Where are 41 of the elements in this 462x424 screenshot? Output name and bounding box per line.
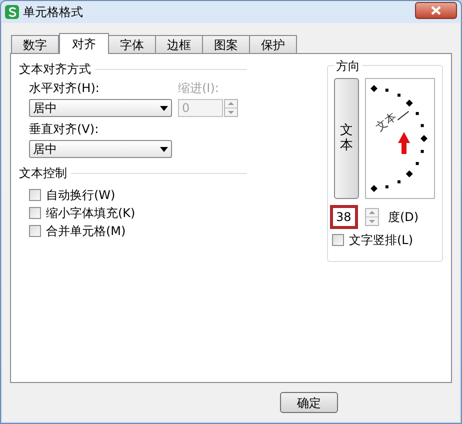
ok-button[interactable]: 确定 <box>280 392 338 413</box>
checkbox-label: 自动换行(W) <box>46 187 116 204</box>
checkbox-label: 文字竖排(L) <box>349 232 414 249</box>
arrow-icon <box>398 132 410 154</box>
close-icon <box>431 6 441 14</box>
dropdown-arrow-icon <box>160 106 168 110</box>
vertical-align-dropdown[interactable]: 居中 <box>29 140 172 158</box>
checkbox-label: 合并单元格(M) <box>46 223 126 240</box>
tab[interactable]: 图案 <box>202 35 250 53</box>
tab[interactable]: 保护 <box>249 35 297 53</box>
field-label: 垂直对齐(V): <box>29 121 100 138</box>
spinner-icon[interactable] <box>365 208 379 226</box>
checkbox[interactable] <box>29 225 41 237</box>
field-label: 缩进(I): <box>178 80 220 97</box>
horizontal-align-dropdown[interactable]: 居中 <box>29 99 172 117</box>
dial-mark-icon <box>406 170 413 178</box>
window-title: 单元格格式 <box>23 4 83 21</box>
tab[interactable]: 对齐 <box>59 33 109 54</box>
dial-text: 文本 <box>372 109 400 136</box>
dial-mark-icon <box>370 85 378 92</box>
dial-mark-icon <box>370 185 378 192</box>
section-heading: 文本控制 <box>19 165 67 182</box>
degrees-field[interactable]: 38 <box>330 205 358 229</box>
section-heading: 文本对齐方式 <box>19 61 91 78</box>
close-button[interactable] <box>415 2 457 18</box>
spinner-icon[interactable] <box>224 99 238 117</box>
checkbox[interactable] <box>332 234 344 246</box>
checkbox[interactable] <box>29 207 41 219</box>
app-logo-icon <box>5 5 19 19</box>
tab[interactable]: 字体 <box>108 35 156 53</box>
field-label: 水平对齐(H): <box>29 80 100 97</box>
checkbox[interactable] <box>29 189 41 201</box>
vertical-text-button[interactable]: 文本 <box>334 78 359 199</box>
tab[interactable]: 边框 <box>155 35 203 53</box>
dial-mark-icon <box>406 100 413 107</box>
tab[interactable]: 数字 <box>11 35 59 53</box>
orientation-dial[interactable]: 文本 <box>365 78 435 199</box>
field-label: 度(D) <box>388 209 419 226</box>
dial-mark-icon <box>420 135 428 142</box>
dropdown-arrow-icon <box>160 146 168 152</box>
checkbox-label: 缩小字体填充(K) <box>46 205 136 222</box>
